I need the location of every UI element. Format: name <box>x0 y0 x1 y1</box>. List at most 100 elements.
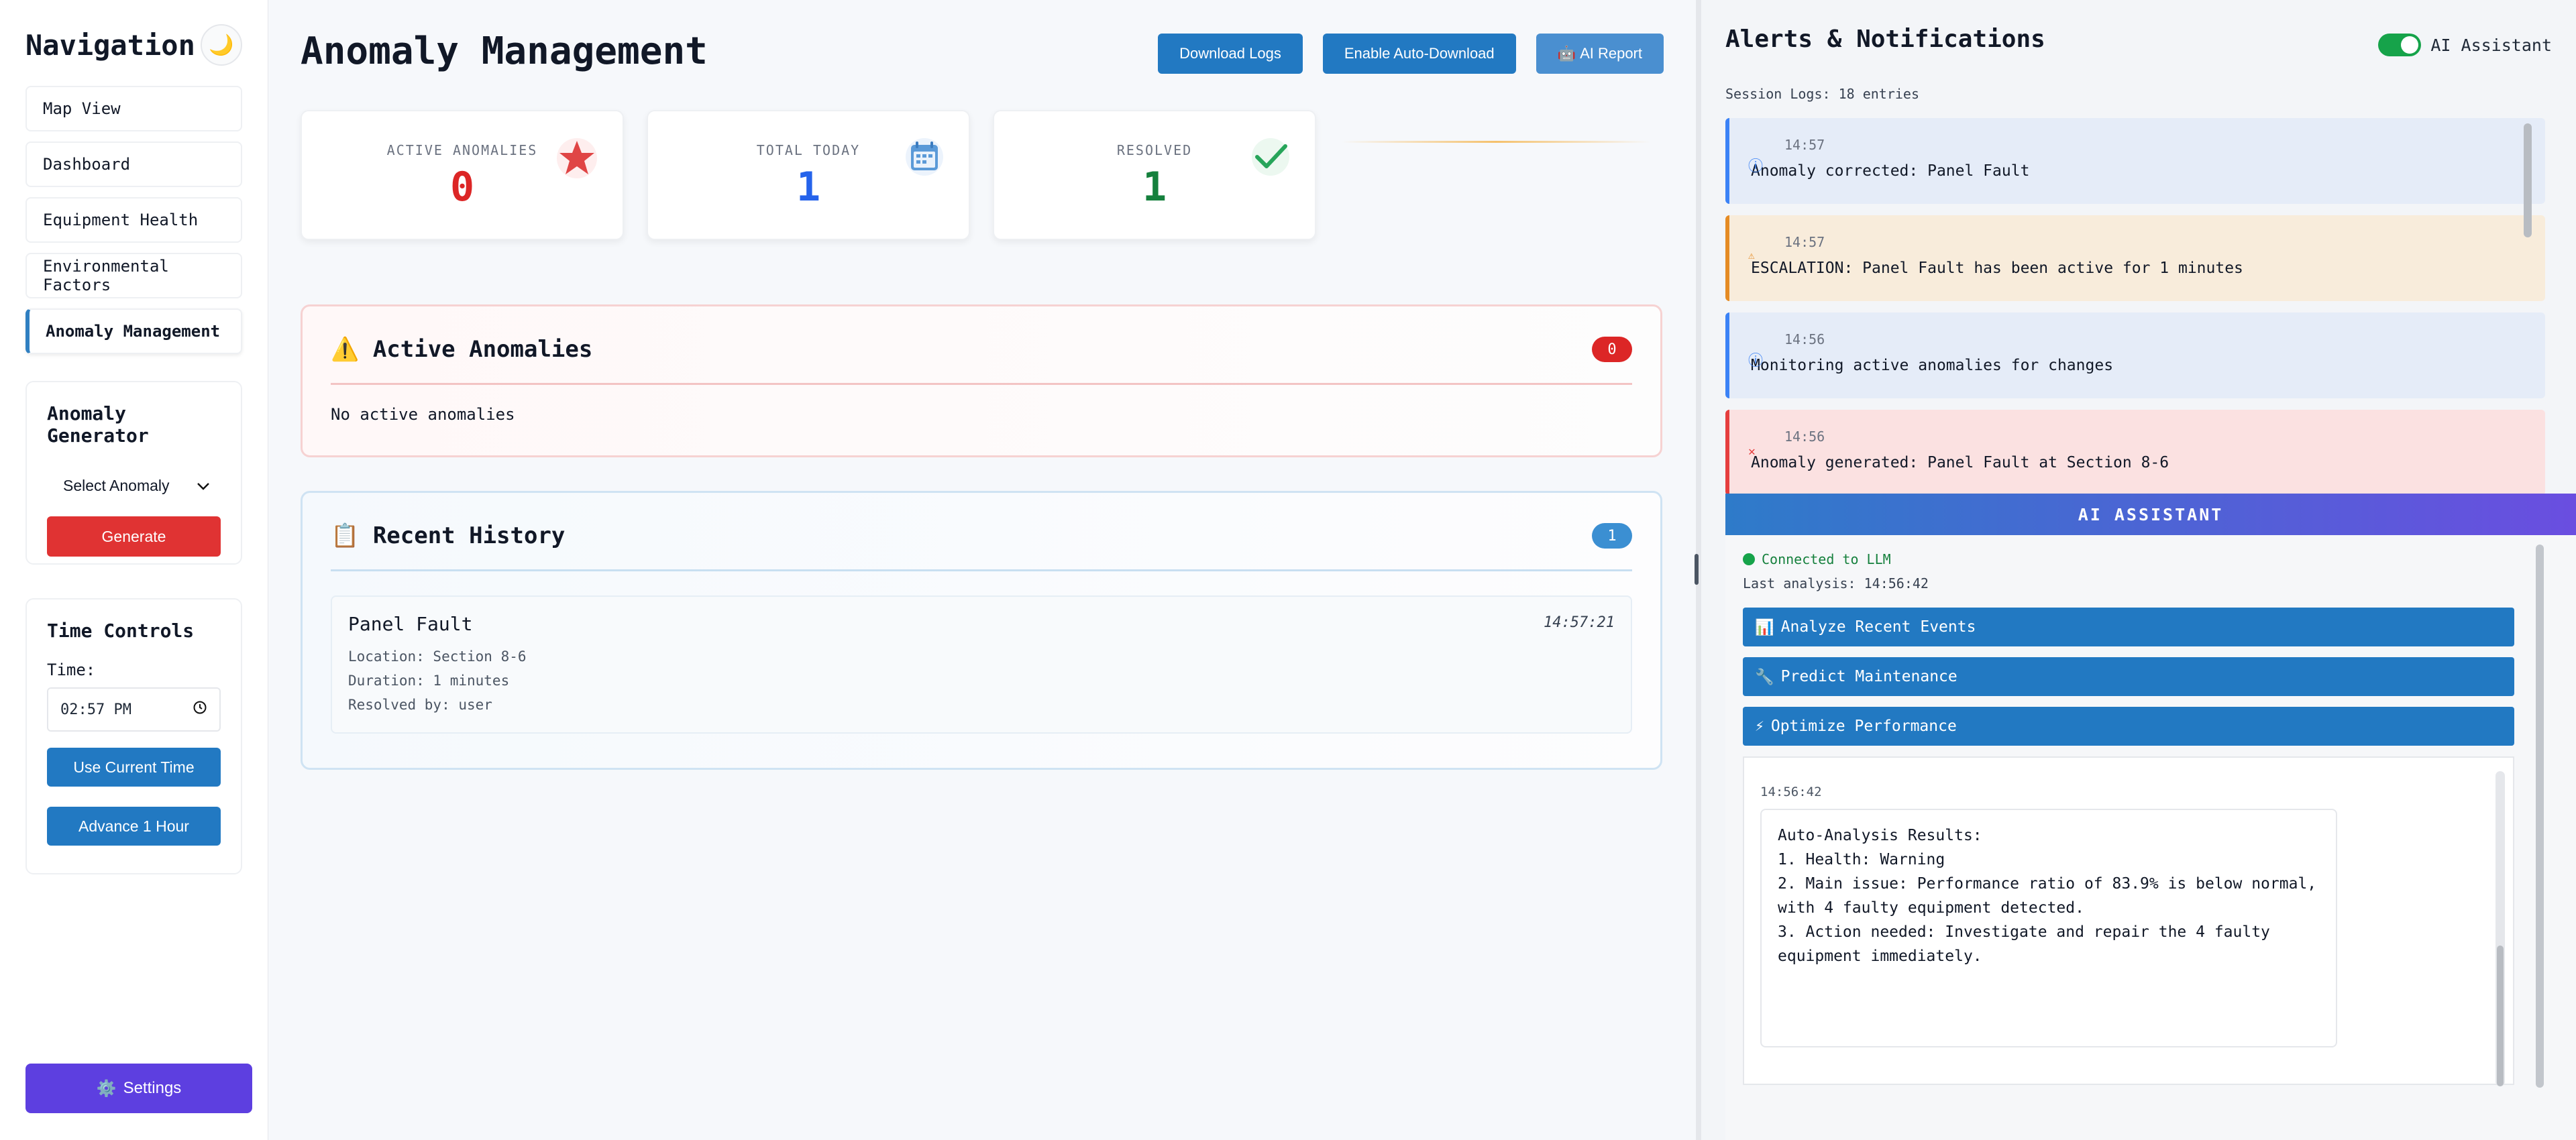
history-item-duration: Duration: 1 minutes <box>348 673 510 689</box>
stat-resolved: RESOLVED 1 <box>993 110 1316 240</box>
recent-history-title-text: Recent History <box>372 522 566 549</box>
history-item[interactable]: Panel Fault 14:57:21 Location: Section 8… <box>331 595 1632 734</box>
anomaly-select-value: Select Anomaly <box>63 476 170 494</box>
ai-chat-log[interactable]: 14:56:42 Auto-Analysis Results: 1. Healt… <box>1743 756 2514 1085</box>
analyze-recent-events-button[interactable]: 📊 Analyze Recent Events <box>1743 608 2514 646</box>
log-time: 14:57 <box>1784 137 1825 153</box>
ai-assistant-toggle-label: AI Assistant <box>2430 35 2552 55</box>
analyze-label: Analyze Recent Events <box>1780 618 1976 636</box>
download-logs-button[interactable]: Download Logs <box>1158 34 1303 74</box>
error-icon: ✕ <box>1748 445 1756 459</box>
nav-item-environmental-factors[interactable]: Environmental Factors <box>25 253 242 298</box>
connection-status-text: Connected to LLM <box>1762 551 1891 567</box>
active-count-badge: 0 <box>1592 337 1632 362</box>
history-item-location: Location: Section 8-6 <box>348 648 527 665</box>
alert-log-list[interactable]: ⓘ 14:57 Anomaly corrected: Panel Fault ⚠… <box>1725 118 2545 494</box>
optimize-performance-button[interactable]: ⚡ Optimize Performance <box>1743 707 2514 746</box>
ai-assistant-header[interactable]: AI ASSISTANT <box>1725 494 2576 535</box>
ai-assistant-toggle[interactable] <box>2378 34 2422 56</box>
warning-icon: ⚠️ <box>331 336 360 363</box>
clock-icon <box>193 700 207 719</box>
alerts-title: Alerts & Notifications <box>1725 25 2045 53</box>
star-icon <box>555 137 598 189</box>
nav-item-dashboard[interactable]: Dashboard <box>25 141 242 187</box>
sidebar-title: Navigation <box>25 28 195 62</box>
alerts-panel: Alerts & Notifications AI Assistant Sess… <box>1701 0 2576 1140</box>
log-time: 14:56 <box>1784 429 1825 445</box>
log-entry: ⚠ 14:57 ESCALATION: Panel Fault has been… <box>1725 215 2545 301</box>
log-time: 14:57 <box>1784 234 1825 250</box>
ai-panel-scrollbar[interactable] <box>2536 545 2544 1088</box>
connection-status: Connected to LLM <box>1743 551 2559 567</box>
top-toolbar: Download Logs Enable Auto-Download 🤖 AI … <box>1158 34 1664 74</box>
time-controls-title: Time Controls <box>47 620 195 642</box>
stats-row: ACTIVE ANOMALIES 0 TOTAL TODAY 1 RESOLVE… <box>301 110 1316 240</box>
ai-report-button[interactable]: 🤖 AI Report <box>1536 34 1664 74</box>
log-entry: ✕ 14:56 Anomaly generated: Panel Fault a… <box>1725 410 2545 494</box>
stat-active-anomalies: ACTIVE ANOMALIES 0 <box>301 110 624 240</box>
enable-auto-download-button[interactable]: Enable Auto-Download <box>1322 34 1516 74</box>
clipboard-icon: 📋 <box>331 522 360 549</box>
ai-assistant-toggle-wrap: AI Assistant <box>2378 34 2552 56</box>
settings-label: Settings <box>123 1079 182 1097</box>
lightning-icon: ⚡ <box>1755 718 1764 735</box>
active-anomalies-title-text: Active Anomalies <box>372 336 593 363</box>
last-analysis: Last analysis: 14:56:42 <box>1743 575 1929 591</box>
anomaly-generator-panel: Anomaly Generator Select Anomaly Generat… <box>25 381 242 565</box>
predict-label: Predict Maintenance <box>1780 668 1957 685</box>
ai-assistant-body: Connected to LLM Last analysis: 14:56:42… <box>1725 535 2576 1140</box>
advance-hour-button[interactable]: Advance 1 Hour <box>47 807 221 846</box>
recent-history-title: 📋 Recent History <box>331 522 565 549</box>
nav-item-anomaly-management[interactable]: Anomaly Management <box>25 308 242 354</box>
time-input[interactable]: 02:57 PM <box>47 687 221 732</box>
history-item-resolved-by: Resolved by: user <box>348 697 492 713</box>
active-anomalies-title: ⚠️ Active Anomalies <box>331 336 592 363</box>
recent-history-header: 📋 Recent History 1 <box>331 522 1632 571</box>
info-icon: ⓘ <box>1748 353 1764 369</box>
page-title: Anomaly Management <box>301 30 708 73</box>
stat-total-today: TOTAL TODAY 1 <box>647 110 970 240</box>
session-logs-count: Session Logs: 18 entries <box>1725 86 1919 102</box>
robot-icon: 🤖 <box>1557 45 1576 62</box>
anomaly-generator-title: Anomaly Generator <box>47 402 149 447</box>
calendar-icon <box>904 137 945 186</box>
log-message: ESCALATION: Panel Fault has been active … <box>1751 260 2243 277</box>
wrench-icon: 🔧 <box>1755 668 1774 686</box>
settings-button[interactable]: ⚙️ Settings <box>25 1064 252 1113</box>
chart-icon: 📊 <box>1755 618 1774 636</box>
anomaly-type-select[interactable]: Select Anomaly <box>47 465 221 506</box>
log-time: 14:56 <box>1784 331 1825 347</box>
nav-item-equipment-health[interactable]: Equipment Health <box>25 197 242 243</box>
info-icon: ⓘ <box>1748 158 1764 175</box>
generate-button[interactable]: Generate <box>47 516 221 557</box>
status-dot-icon <box>1743 553 1755 565</box>
optimize-label: Optimize Performance <box>1770 718 1957 735</box>
chat-scrollbar-thumb[interactable] <box>2497 946 2504 1086</box>
chevron-down-icon <box>197 477 210 495</box>
log-entry: ⓘ 14:57 Anomaly corrected: Panel Fault <box>1725 118 2545 204</box>
log-message: Anomaly generated: Panel Fault at Sectio… <box>1751 454 2169 471</box>
active-anomalies-header: ⚠️ Active Anomalies 0 <box>331 336 1632 385</box>
recent-history-card: 📋 Recent History 1 Panel Fault 14:57:21 … <box>301 491 1662 770</box>
resize-handle[interactable] <box>1695 554 1699 585</box>
time-controls-panel: Time Controls Time: 02:57 PM Use Current… <box>25 598 242 874</box>
history-item-name: Panel Fault <box>348 613 473 635</box>
warning-icon: ⚠ <box>1748 249 1755 262</box>
predict-maintenance-button[interactable]: 🔧 Predict Maintenance <box>1743 657 2514 696</box>
time-value: 02:57 PM <box>60 701 131 718</box>
active-anomalies-card: ⚠️ Active Anomalies 0 No active anomalie… <box>301 304 1662 457</box>
ai-report-label: AI Report <box>1580 45 1642 62</box>
log-message: Anomaly corrected: Panel Fault <box>1751 162 2030 180</box>
chat-timestamp: 14:56:42 <box>1760 785 1822 799</box>
check-icon <box>1250 137 1291 186</box>
sidebar-header: Navigation 🌙 <box>25 24 242 66</box>
history-count-badge: 1 <box>1592 523 1632 549</box>
time-label: Time: <box>47 661 96 679</box>
main-content: Anomaly Management Download Logs Enable … <box>268 0 1696 1140</box>
decorative-line <box>1342 141 1650 143</box>
theme-toggle-button[interactable]: 🌙 <box>201 24 242 66</box>
use-current-time-button[interactable]: Use Current Time <box>47 748 221 787</box>
log-scrollbar[interactable] <box>2524 123 2532 237</box>
log-entry: ⓘ 14:56 Monitoring active anomalies for … <box>1725 312 2545 398</box>
nav-item-map-view[interactable]: Map View <box>25 86 242 131</box>
